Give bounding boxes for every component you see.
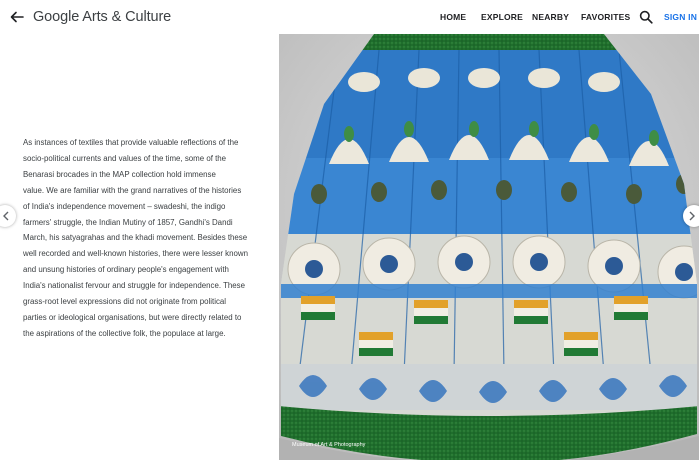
nav-explore[interactable]: EXPLORE bbox=[481, 12, 523, 22]
article-text: As instances of textiles that provide va… bbox=[23, 135, 275, 342]
chevron-left-icon bbox=[3, 211, 9, 221]
article-line: farmers' struggle, the Indian Mutiny of … bbox=[23, 217, 233, 227]
article-line: value. We are familiar with the grand na… bbox=[23, 185, 242, 195]
search-icon[interactable] bbox=[639, 10, 653, 24]
next-button[interactable] bbox=[683, 205, 699, 227]
article-line: As instances of textiles that provide va… bbox=[23, 138, 239, 147]
article-line: the aspirations of the collective folk, … bbox=[23, 328, 226, 338]
article-line: socio-political currents and values of t… bbox=[23, 153, 227, 163]
previous-button[interactable] bbox=[0, 205, 16, 227]
article-line: of India's independence movement – swade… bbox=[23, 201, 226, 211]
top-bar: Google Arts & Culture HOME EXPLORE NEARB… bbox=[0, 0, 699, 34]
nav-nearby[interactable]: NEARBY bbox=[532, 12, 569, 22]
logo-brand: Google bbox=[33, 9, 80, 25]
sign-in-link[interactable]: SIGN IN bbox=[664, 12, 697, 22]
nav-favorites[interactable]: FAVORITES bbox=[581, 12, 630, 22]
article-line: India's nationalist fervour and struggle… bbox=[23, 281, 246, 291]
image-credit: Museum of Art & Photography bbox=[292, 442, 366, 448]
article-line: parties or ideological organisations, bu… bbox=[23, 312, 242, 322]
article-line: March, his satyagrahas and the khadi mov… bbox=[23, 233, 248, 243]
google-arts-culture-logo[interactable]: Google Arts & Culture bbox=[33, 9, 171, 25]
nav-home[interactable]: HOME bbox=[440, 12, 466, 22]
back-arrow-icon[interactable] bbox=[8, 8, 26, 26]
artwork-image[interactable]: Museum of Art & Photography bbox=[279, 34, 699, 460]
article-line: Benarasi brocades in the MAP collection … bbox=[23, 169, 216, 179]
logo-rest: Arts & Culture bbox=[79, 9, 172, 25]
article-line: well recorded and well-known histories, … bbox=[23, 249, 248, 259]
article-line: grass-root level expressions did not ori… bbox=[23, 297, 227, 307]
article-line: and unsung histories of ordinary people'… bbox=[23, 265, 229, 275]
chevron-right-icon bbox=[689, 211, 695, 221]
